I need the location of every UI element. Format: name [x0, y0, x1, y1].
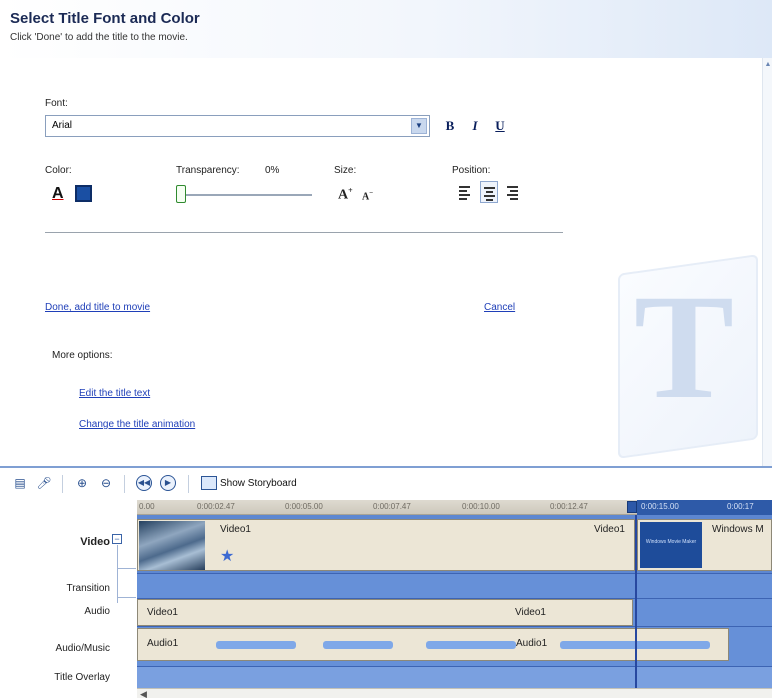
ruler-tick: 0:00:17 — [727, 502, 754, 511]
color-label: Color: — [45, 165, 72, 176]
background-color-button[interactable] — [75, 185, 92, 202]
timeline-panel: ▤ 🎤︎ ⊕ ⊖ ◀◀ ▶ Show Storyboard 0.00 0:00:… — [0, 466, 772, 698]
transparency-label: Transparency: — [176, 165, 240, 176]
align-right-icon[interactable] — [504, 181, 522, 203]
track-label-video: Video — [80, 536, 110, 548]
pane-subtitle: Click 'Done' to add the title to the mov… — [10, 32, 188, 43]
time-ruler[interactable]: 0.00 0:00:02.47 0:00:05.00 0:00:07.47 0:… — [137, 500, 772, 515]
narrate-timeline-icon[interactable]: 🎤︎ — [36, 475, 52, 491]
watermark-letter: T — [634, 264, 735, 430]
tree-line — [117, 568, 136, 569]
font-label: Font: — [45, 98, 68, 109]
transparency-value: 0% — [265, 165, 280, 176]
bold-button[interactable]: B — [441, 116, 459, 136]
increase-size-icon[interactable]: A+ — [338, 186, 353, 204]
transparency-slider-thumb[interactable] — [176, 185, 186, 203]
track-label-audio: Audio — [84, 606, 110, 617]
video-thumbnail — [139, 521, 205, 570]
play-icon[interactable]: ▶ — [160, 475, 176, 491]
pane-header: Select Title Font and Color Click 'Done'… — [0, 0, 772, 58]
ruler-tick: 0:00:15.00 — [641, 502, 679, 511]
align-left-icon[interactable] — [456, 181, 474, 203]
font-select[interactable]: Arial ▼ — [45, 115, 430, 137]
music-clip[interactable]: Audio1 Audio1 — [137, 628, 729, 661]
horizontal-scrollbar[interactable]: ◀ — [137, 688, 772, 698]
show-storyboard-button[interactable]: Show Storyboard — [220, 478, 297, 489]
star-icon: ★ — [220, 548, 235, 565]
done-add-title-link[interactable]: Done, add title to movie — [45, 302, 150, 313]
audio-waveform — [216, 641, 296, 649]
toolbar-separator — [188, 475, 189, 493]
ruler-tick: 0.00 — [139, 502, 155, 511]
ruler-selection: 0:00:15.00 0:00:17 — [637, 500, 772, 515]
track-label-audio-music: Audio/Music — [55, 643, 110, 654]
clip-label: Audio1 — [147, 638, 179, 649]
timeline-tracks: Video1 ★ Video1 Windows Movie Maker Wind… — [137, 515, 772, 698]
italic-button[interactable]: I — [466, 116, 484, 136]
ruler-tick: 0:00:07.47 — [373, 502, 411, 511]
rewind-icon[interactable]: ◀◀ — [136, 475, 152, 491]
track-labels: Video − Transition Audio Audio/Music Tit… — [0, 515, 137, 698]
tree-line — [117, 545, 118, 603]
track-label-transition: Transition — [66, 583, 110, 594]
ruler-tick: 0:00:02.47 — [197, 502, 235, 511]
clip-label: Video1 — [594, 524, 625, 535]
decrease-size-icon[interactable]: A− — [362, 189, 373, 202]
storyboard-icon[interactable] — [201, 476, 217, 490]
edit-title-text-link[interactable]: Edit the title text — [79, 388, 150, 399]
ruler-tick: 0:00:12.47 — [550, 502, 588, 511]
set-audio-levels-icon[interactable]: ▤ — [12, 475, 28, 491]
collapse-icon[interactable]: − — [112, 534, 122, 544]
scroll-left-icon[interactable]: ◀ — [140, 689, 147, 698]
video-clip[interactable]: Video1 ★ Video1 — [137, 519, 635, 571]
separator-line — [45, 232, 563, 233]
toolbar-separator — [124, 475, 125, 493]
ruler-tick: 0:00:10.00 — [462, 502, 500, 511]
text-color-icon[interactable]: A — [52, 185, 64, 203]
playhead-line — [635, 515, 637, 698]
track-label-title-overlay: Title Overlay — [54, 672, 110, 683]
video-clip[interactable]: Windows Movie Maker Windows M — [637, 519, 772, 571]
change-title-animation-link[interactable]: Change the title animation — [79, 419, 195, 430]
transparency-slider-track[interactable] — [182, 194, 312, 196]
playhead-indicator[interactable] — [627, 501, 637, 513]
title-task-pane: Select Title Font and Color Click 'Done'… — [0, 0, 772, 466]
clip-label: Video1 — [515, 607, 546, 618]
clip-label: Video1 — [147, 607, 178, 618]
chevron-down-icon[interactable]: ▼ — [411, 118, 427, 134]
transition-track[interactable] — [137, 573, 772, 598]
video-thumbnail: Windows Movie Maker — [640, 522, 702, 568]
title-watermark-icon: T — [600, 250, 765, 460]
audio-waveform — [426, 641, 516, 649]
zoom-in-icon[interactable]: ⊕ — [74, 475, 90, 491]
tree-line — [117, 597, 136, 598]
scroll-up-icon[interactable]: ▲ — [763, 60, 772, 70]
pane-title: Select Title Font and Color — [10, 10, 200, 27]
timeline-toolbar: ▤ 🎤︎ ⊕ ⊖ ◀◀ ▶ Show Storyboard — [0, 468, 772, 500]
clip-label: Windows M — [712, 524, 764, 535]
size-label: Size: — [334, 165, 357, 176]
cancel-link[interactable]: Cancel — [484, 302, 515, 313]
more-options-label: More options: — [52, 350, 113, 361]
align-center-icon[interactable] — [480, 181, 498, 203]
clip-label: Audio1 — [516, 638, 548, 649]
position-label: Position: — [452, 165, 491, 176]
audio-waveform — [323, 641, 393, 649]
clip-label: Video1 — [220, 524, 251, 535]
underline-button[interactable]: U — [491, 116, 509, 136]
ruler-tick: 0:00:05.00 — [285, 502, 323, 511]
toolbar-separator — [62, 475, 63, 493]
font-value: Arial — [52, 120, 73, 131]
audio-clip[interactable]: Video1 Video1 — [137, 599, 633, 626]
zoom-out-icon[interactable]: ⊖ — [98, 475, 114, 491]
